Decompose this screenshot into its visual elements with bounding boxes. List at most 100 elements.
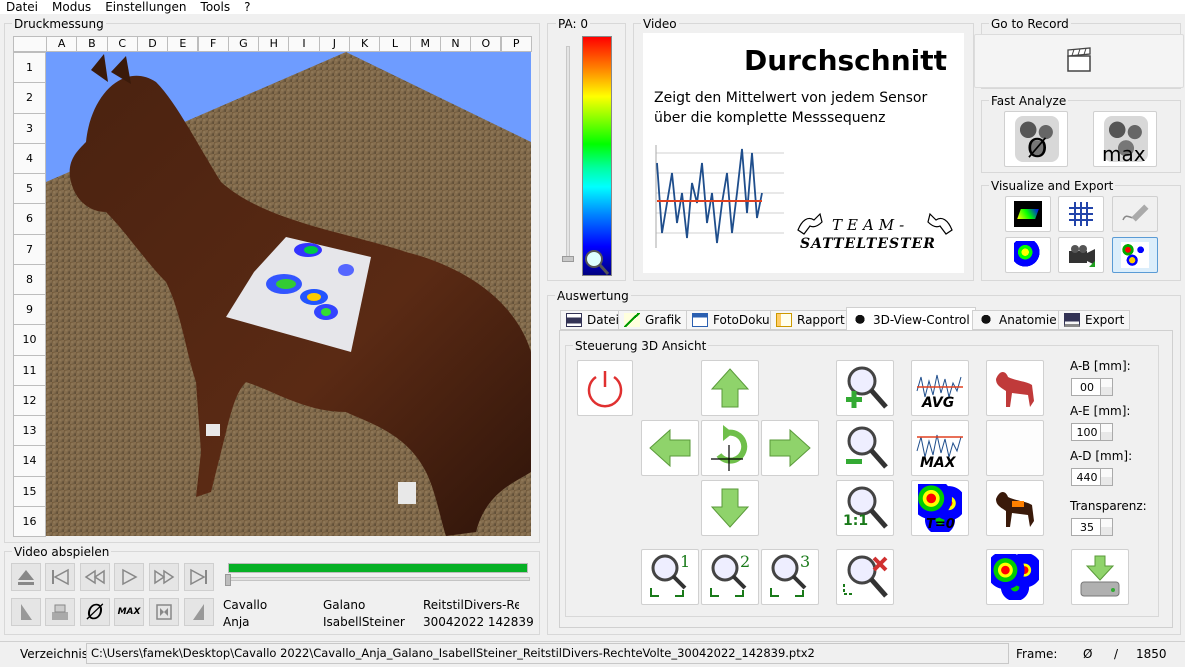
- grid-col-header: A: [46, 36, 78, 52]
- tab-anatomie[interactable]: Anatomie: [972, 310, 1063, 330]
- max-frame-button[interactable]: MAX: [114, 598, 144, 626]
- move-up-button[interactable]: [701, 360, 759, 416]
- move-right-button[interactable]: [761, 420, 819, 476]
- zoom-preset-2-button[interactable]: 2: [701, 549, 759, 605]
- power-button[interactable]: [577, 360, 633, 416]
- arrow-up-icon: [710, 368, 750, 408]
- frame-box-button[interactable]: [149, 598, 179, 626]
- vis-edit-button[interactable]: [1112, 196, 1158, 232]
- last-frame-button[interactable]: [184, 563, 214, 591]
- playback-slider[interactable]: [228, 577, 530, 581]
- fast-max-button[interactable]: max: [1093, 111, 1157, 167]
- ab-spinbox[interactable]: 00: [1071, 378, 1113, 396]
- eject-button[interactable]: [11, 563, 41, 591]
- menu-einstellungen[interactable]: Einstellungen: [105, 0, 186, 14]
- grid-row-header: 9: [13, 294, 46, 326]
- pa-color-scale: [582, 36, 612, 276]
- printer-icon: [566, 313, 582, 327]
- tab-rapport[interactable]: Rapport: [770, 310, 851, 330]
- scale-button[interactable]: [45, 598, 75, 626]
- grid-col-header: K: [349, 36, 381, 52]
- pressure-overlay-button[interactable]: [986, 549, 1044, 605]
- tab-fotodoku[interactable]: FotoDoku: [686, 310, 776, 330]
- video-line-chart: [655, 145, 784, 248]
- rewind-button[interactable]: [80, 563, 110, 591]
- step-right-button[interactable]: [184, 598, 214, 626]
- t0-view-label: T=0: [926, 517, 955, 532]
- menu-help[interactable]: ?: [244, 0, 250, 14]
- zoom-clear-button[interactable]: [836, 549, 894, 605]
- vis-camera-button[interactable]: [1058, 237, 1104, 273]
- video-title: Video: [641, 17, 679, 31]
- 3d-view[interactable]: [46, 52, 531, 536]
- vis-3d-plot-button[interactable]: [1005, 196, 1051, 232]
- directory-label: Verzeichnis:: [20, 647, 93, 661]
- pa-slider-handle[interactable]: [562, 256, 574, 262]
- pencil-icon: [1122, 204, 1149, 222]
- menu-modus[interactable]: Modus: [52, 0, 91, 14]
- menu-datei[interactable]: Datei: [6, 0, 38, 14]
- arrow-right-icon: [769, 428, 811, 468]
- vis-colormap-button[interactable]: [1005, 237, 1051, 273]
- zoom-in-button[interactable]: [836, 360, 894, 416]
- grid-row-header: 15: [13, 475, 46, 507]
- save-button[interactable]: [1071, 549, 1129, 605]
- ab-label: A-B [mm]:: [1070, 359, 1131, 373]
- grid-icon: [1069, 202, 1093, 226]
- monitor-icon: [1064, 313, 1080, 327]
- t0-view-button[interactable]: T=0: [911, 480, 969, 536]
- tab-export[interactable]: Export: [1058, 310, 1131, 330]
- avg-view-button[interactable]: AVG: [911, 360, 969, 416]
- zoom-preset-1-button[interactable]: 1: [641, 549, 699, 605]
- frame-avg-symbol: Ø: [1083, 647, 1093, 661]
- anatomy-horse-button[interactable]: [986, 480, 1044, 536]
- ae-spinbox[interactable]: 100: [1071, 423, 1113, 441]
- pa-magnifier-icon[interactable]: [582, 248, 610, 276]
- tab-datei[interactable]: Datei: [560, 310, 626, 330]
- max-view-button[interactable]: MAX: [911, 420, 969, 476]
- zoom-in-icon: [846, 366, 888, 409]
- menu-tools[interactable]: Tools: [201, 0, 231, 14]
- info-r1c2: Galano: [323, 598, 366, 612]
- grid-col-header: D: [136, 36, 169, 52]
- fast-forward-button[interactable]: [149, 563, 179, 591]
- zoom-preset-1-label: 1: [680, 552, 691, 571]
- fast-avg-button[interactable]: Ø: [1004, 111, 1068, 167]
- ad-spinbox[interactable]: 440: [1071, 468, 1113, 486]
- first-frame-button[interactable]: [45, 563, 75, 591]
- pa-slider-track[interactable]: [566, 46, 570, 261]
- grid-row-header: 7: [13, 233, 46, 265]
- zoom-preset-3-button[interactable]: 3: [761, 549, 819, 605]
- satteltester-logo: TEAM- SATTELTESTER: [796, 210, 956, 258]
- zoom-out-icon: [846, 426, 888, 469]
- color-pressure-map-icon: [1014, 241, 1042, 269]
- move-down-button[interactable]: [701, 480, 759, 536]
- vis-grid-button[interactable]: [1058, 196, 1104, 232]
- playback-slider-handle[interactable]: [225, 574, 231, 586]
- ad-value: 440: [1076, 470, 1098, 484]
- steuerung-title: Steuerung 3D Ansicht: [573, 339, 709, 353]
- video-line1: Zeigt den Mittelwert von jedem Sensor: [654, 90, 928, 106]
- anatomy-muscle-button[interactable]: [986, 360, 1044, 416]
- move-left-button[interactable]: [641, 420, 699, 476]
- frame-label: Frame:: [1016, 647, 1058, 661]
- step-left-button[interactable]: [11, 598, 41, 626]
- fast-max-label: max: [1102, 142, 1146, 166]
- vis-export-image-button[interactable]: [1112, 237, 1158, 273]
- tab-3d-view-control[interactable]: 3D-View-Control: [846, 307, 976, 331]
- anatomy-empty-button[interactable]: [986, 420, 1044, 476]
- grid-row-header: 3: [13, 112, 46, 144]
- frame-separator: /: [1114, 647, 1119, 661]
- ae-label: A-E [mm]:: [1070, 404, 1131, 418]
- rotate-button[interactable]: [701, 420, 759, 476]
- video-line2: über die komplette Messsequenz: [654, 110, 886, 126]
- transparenz-spinbox[interactable]: 35: [1071, 518, 1113, 536]
- zoom-out-button[interactable]: [836, 420, 894, 476]
- tab-grafik[interactable]: Grafik: [618, 310, 688, 330]
- grid-corner: [13, 36, 47, 52]
- zoom-1-1-button[interactable]: 1:1: [836, 480, 894, 536]
- average-frame-button[interactable]: Ø: [80, 598, 110, 626]
- play-button[interactable]: [114, 563, 144, 591]
- zoom-1-1-label: 1:1: [843, 513, 869, 529]
- grid-row-header: 14: [13, 445, 46, 477]
